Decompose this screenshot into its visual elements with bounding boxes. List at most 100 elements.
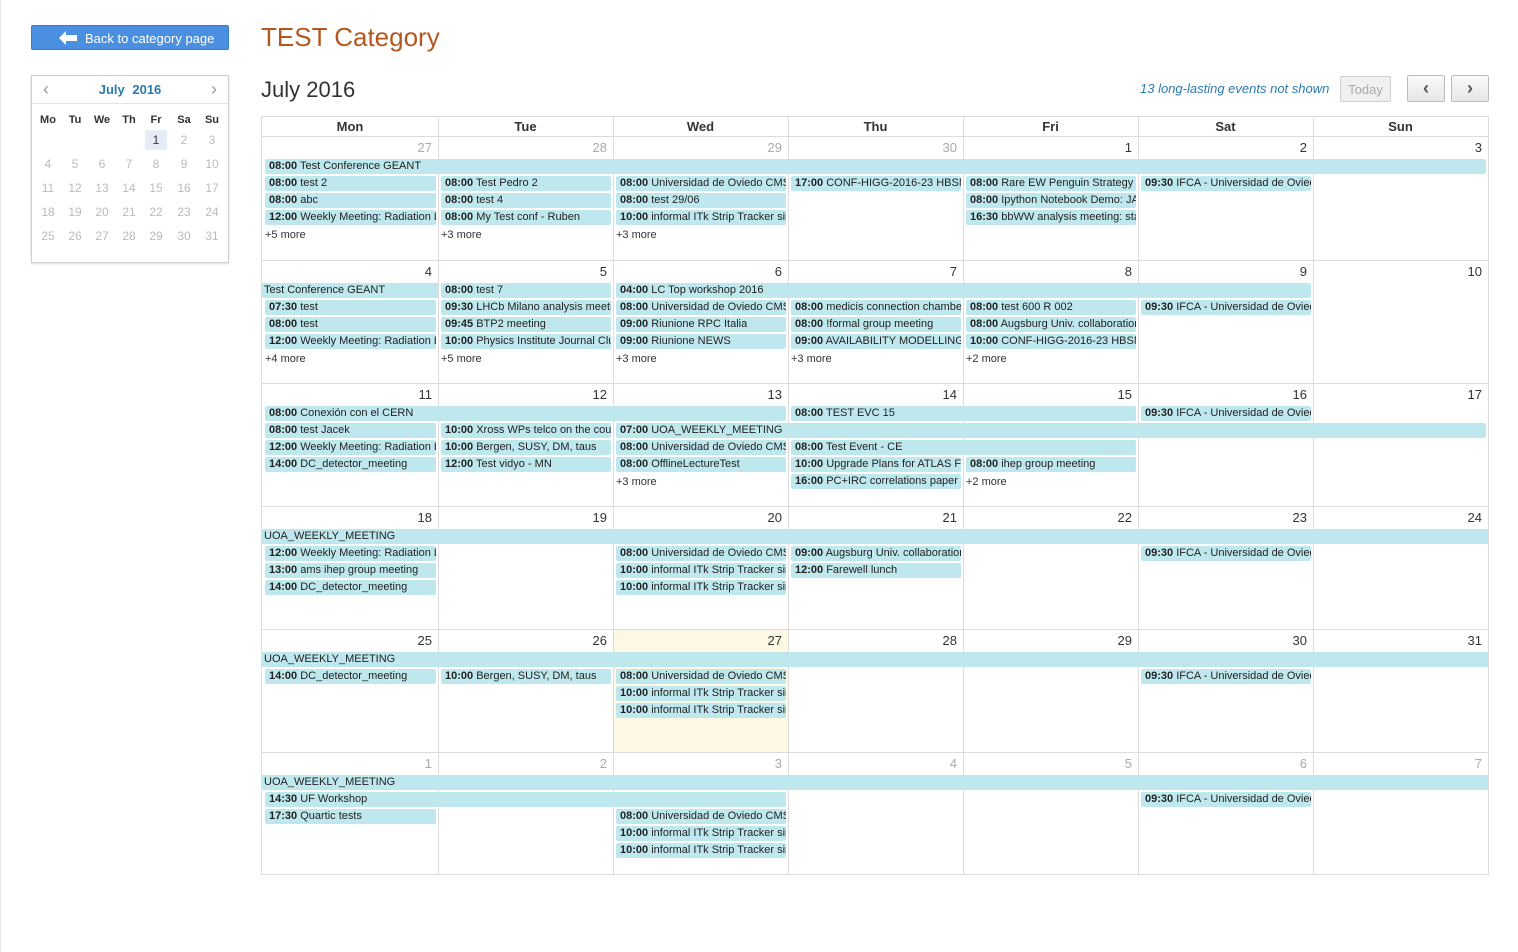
more-events-link[interactable]: +3 more [616, 476, 657, 488]
day-number[interactable]: 11 [402, 387, 433, 402]
calendar-event[interactable]: 17:30 Quartic tests [265, 809, 436, 824]
mini-day[interactable]: 13 [91, 178, 113, 198]
day-number[interactable]: 30 [927, 140, 957, 155]
mini-day[interactable]: 31 [201, 226, 223, 246]
day-number[interactable]: 4 [402, 264, 432, 279]
calendar-event[interactable]: 10:00 informal ITk Strip Tracker sim [616, 210, 786, 225]
calendar-event[interactable]: 08:00 ihep group meeting [966, 457, 1136, 472]
mini-day[interactable]: 15 [145, 178, 167, 198]
day-number[interactable]: 25 [402, 633, 432, 648]
calendar-event[interactable]: 16:30 bbWW analysis meeting: status [966, 210, 1136, 225]
next-month-button[interactable]: › [1451, 75, 1489, 102]
today-button[interactable]: Today [1340, 76, 1391, 102]
day-number[interactable]: 17 [1452, 387, 1482, 402]
day-number[interactable]: 22 [1102, 510, 1132, 525]
calendar-event[interactable]: 10:00 informal ITk Strip Tracker sim [616, 826, 786, 841]
mini-day[interactable]: 5 [64, 154, 86, 174]
more-events-link[interactable]: +4 more [265, 353, 306, 365]
day-number[interactable]: 12 [577, 387, 607, 402]
calendar-event[interactable]: 08:00 Universidad de Oviedo CMS [616, 300, 786, 315]
day-number[interactable]: 4 [927, 756, 957, 771]
calendar-event[interactable]: 08:00 Augsburg Univ. collaboration [966, 317, 1136, 332]
day-number[interactable]: 10 [1452, 264, 1482, 279]
day-number[interactable]: 20 [752, 510, 782, 525]
day-number[interactable]: 29 [752, 140, 782, 155]
mini-day[interactable]: 9 [173, 154, 195, 174]
calendar-event[interactable]: Test Conference GEANT [262, 283, 438, 298]
mini-day[interactable]: 4 [37, 154, 59, 174]
calendar-event[interactable]: 10:00 Physics Institute Journal Club [441, 334, 611, 349]
day-number[interactable]: 18 [402, 510, 432, 525]
day-number[interactable]: 7 [927, 264, 957, 279]
day-number[interactable]: 31 [1452, 633, 1482, 648]
calendar-event[interactable]: 08:00 !formal group meeting [791, 317, 961, 332]
mini-day[interactable]: 23 [173, 202, 195, 222]
calendar-event[interactable]: 08:00 Rare EW Penguin Strategy Day [966, 176, 1136, 191]
calendar-event[interactable]: 10:00 CONF-HIGG-2016-23 HBSM [966, 334, 1136, 349]
day-number[interactable]: 13 [752, 387, 782, 402]
calendar-event[interactable]: 08:00 Test Conference GEANT [265, 159, 1486, 174]
calendar-event[interactable]: 13:00 ams ihep group meeting [265, 563, 436, 578]
calendar-event[interactable]: 07:00 UOA_WEEKLY_MEETING [616, 423, 1486, 438]
mini-day[interactable]: 6 [91, 154, 113, 174]
calendar-event[interactable]: 08:00 Test Event - CE [791, 440, 1136, 455]
calendar-event[interactable]: 12:00 Farewell lunch [791, 563, 961, 578]
calendar-event[interactable]: 09:30 IFCA - Universidad de Oviedo [1141, 669, 1311, 684]
day-number[interactable]: 16 [1277, 387, 1307, 402]
calendar-event[interactable]: 10:00 Upgrade Plans for ATLAS Forum [791, 457, 961, 472]
mini-day[interactable]: 11 [37, 178, 59, 198]
mini-day[interactable]: 27 [91, 226, 113, 246]
mini-day[interactable]: 24 [201, 202, 223, 222]
calendar-event[interactable]: 09:30 IFCA - Universidad de Oviedo [1141, 792, 1311, 807]
mini-day[interactable]: 25 [37, 226, 59, 246]
day-number[interactable]: 9 [1277, 264, 1307, 279]
day-number[interactable]: 19 [577, 510, 607, 525]
mini-day[interactable]: 7 [118, 154, 140, 174]
calendar-event[interactable]: 12:00 Test vidyo - MN [441, 457, 611, 472]
calendar-event[interactable]: 10:00 informal ITk Strip Tracker sim [616, 580, 786, 595]
day-number[interactable]: 24 [1452, 510, 1482, 525]
calendar-event[interactable]: 10:00 informal ITk Strip Tracker sim [616, 686, 786, 701]
calendar-event[interactable]: 08:00 OfflineLectureTest [616, 457, 786, 472]
more-events-link[interactable]: +3 more [616, 229, 657, 241]
calendar-event[interactable]: 09:30 IFCA - Universidad de Oviedo [1141, 176, 1311, 191]
calendar-event[interactable]: 14:00 DC_detector_meeting [265, 669, 436, 684]
calendar-event[interactable]: 09:30 IFCA - Universidad de Oviedo [1141, 406, 1311, 421]
mini-day[interactable]: 26 [64, 226, 86, 246]
calendar-event[interactable]: 12:00 Weekly Meeting: Radiation Lab [265, 334, 436, 349]
calendar-event[interactable]: 16:00 PC+IRC correlations paper meeting [791, 474, 961, 489]
more-events-link[interactable]: +2 more [966, 353, 1007, 365]
calendar-event[interactable]: UOA_WEEKLY_MEETING [262, 652, 1488, 667]
mini-next-month-icon[interactable]: › [206, 80, 222, 98]
calendar-event[interactable]: 10:00 informal ITk Strip Tracker sim [616, 563, 786, 578]
more-events-link[interactable]: +3 more [616, 353, 657, 365]
mini-day[interactable]: 14 [118, 178, 140, 198]
calendar-event[interactable]: UOA_WEEKLY_MEETING [262, 529, 1488, 544]
calendar-event[interactable]: 08:00 medicis connection chamber [791, 300, 961, 315]
day-number[interactable]: 2 [577, 756, 607, 771]
day-number[interactable]: 29 [1102, 633, 1132, 648]
calendar-event[interactable]: 12:00 Weekly Meeting: Radiation Lab [265, 440, 436, 455]
day-number[interactable]: 30 [1277, 633, 1307, 648]
mini-day[interactable]: 12 [64, 178, 86, 198]
calendar-event[interactable]: 12:00 Weekly Meeting: Radiation Lab [265, 546, 436, 561]
mini-day[interactable]: 28 [118, 226, 140, 246]
mini-day[interactable]: 16 [173, 178, 195, 198]
day-number[interactable]: 8 [1102, 264, 1132, 279]
day-number[interactable]: 28 [577, 140, 607, 155]
mini-day[interactable]: 18 [37, 202, 59, 222]
mini-day[interactable]: 2 [173, 130, 195, 150]
calendar-event[interactable]: 10:00 informal ITk Strip Tracker sim [616, 843, 786, 858]
calendar-event[interactable]: 08:00 Ipython Notebook Demo: JA [966, 193, 1136, 208]
calendar-event[interactable]: 09:00 Augsburg Univ. collaboration [791, 546, 961, 561]
day-number[interactable]: 26 [577, 633, 607, 648]
mini-day[interactable]: 19 [64, 202, 86, 222]
mini-day[interactable]: 22 [145, 202, 167, 222]
day-number[interactable]: 21 [927, 510, 957, 525]
calendar-event[interactable]: 08:00 Universidad de Oviedo CMS [616, 176, 786, 191]
calendar-event[interactable]: 08:00 Conexión con el CERN [265, 406, 786, 421]
calendar-event[interactable]: 08:00 test 7 [441, 283, 611, 298]
calendar-event[interactable]: 17:00 CONF-HIGG-2016-23 HBSM [791, 176, 961, 191]
mini-day[interactable]: 3 [201, 130, 223, 150]
calendar-event[interactable]: 08:00 test 600 R 002 [966, 300, 1136, 315]
